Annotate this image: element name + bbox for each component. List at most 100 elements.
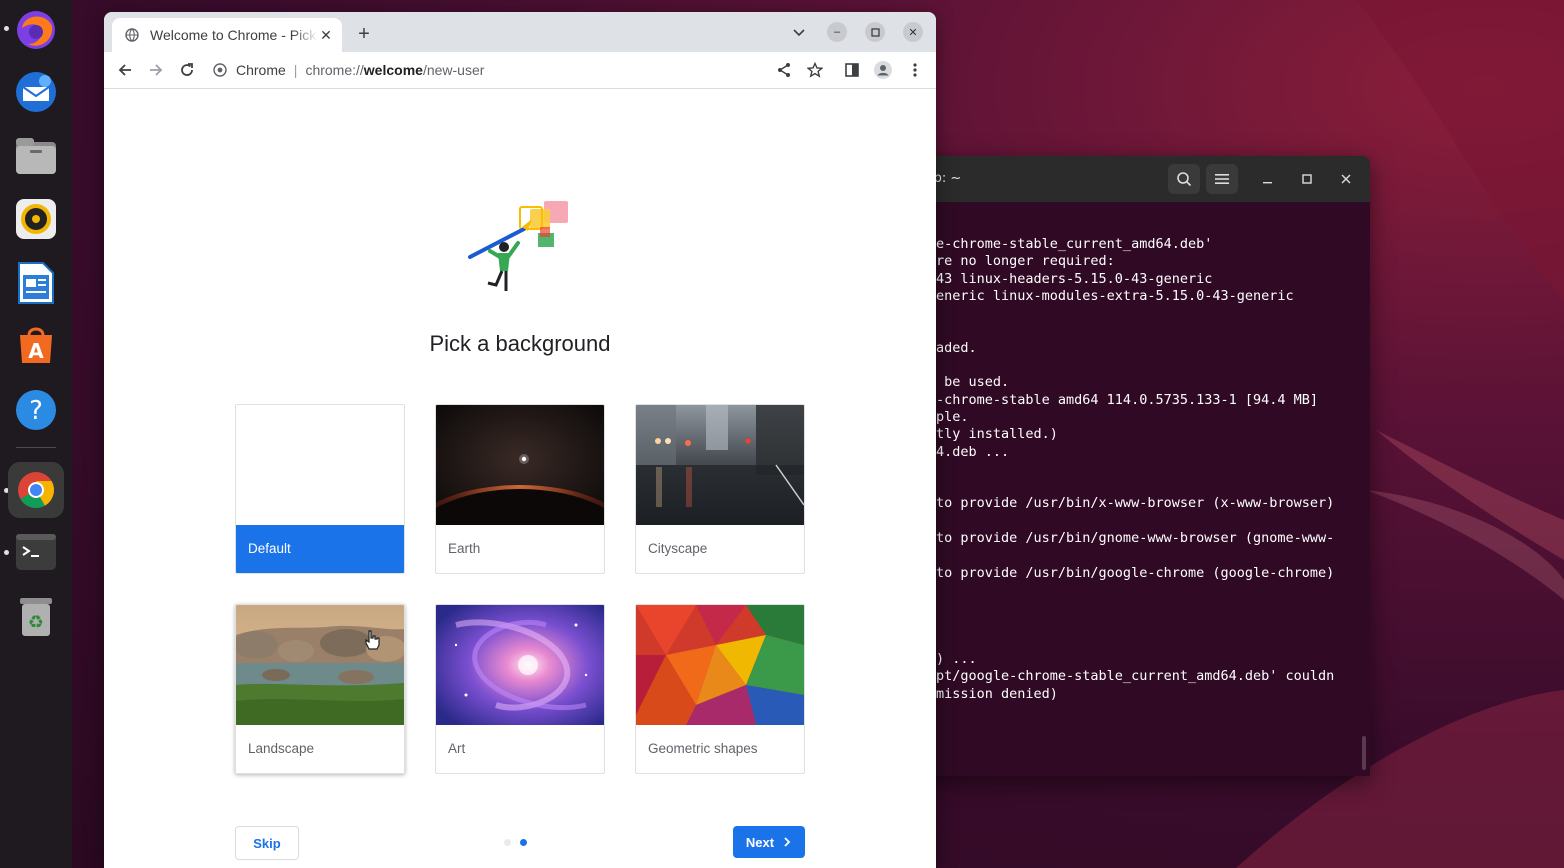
background-card-default[interactable]: Default — [235, 404, 405, 574]
welcome-page: Pick a background Default Earth Cityscap… — [104, 89, 936, 868]
terminal-line: mission denied) — [936, 685, 1058, 702]
maximize-icon[interactable] — [865, 22, 885, 42]
default-thumbnail — [236, 405, 404, 525]
close-tab-icon[interactable]: ✕ — [318, 27, 334, 43]
cityscape-thumbnail — [636, 405, 804, 525]
terminal-window[interactable]: lp: ~ e-chrome-stable_current_amd64.deb'… — [900, 156, 1370, 776]
background-card-earth[interactable]: Earth — [435, 404, 605, 574]
share-icon[interactable] — [774, 60, 794, 80]
terminal-scrollbar[interactable] — [1362, 736, 1366, 770]
painter-illustration — [468, 201, 568, 291]
close-icon[interactable] — [1330, 164, 1362, 194]
chevron-right-icon — [784, 837, 791, 847]
profile-avatar-icon[interactable] — [873, 60, 893, 80]
chrome-logo-icon — [212, 62, 228, 78]
terminal-line: eneric linux-modules-extra-5.15.0-43-gen… — [936, 287, 1294, 304]
hamburger-menu-icon[interactable] — [1206, 164, 1238, 194]
minimize-icon[interactable]: – — [827, 22, 847, 42]
reload-icon[interactable] — [177, 60, 197, 80]
terminal-line: to provide /usr/bin/gnome-www-browser (g… — [936, 530, 1335, 547]
card-label: Earth — [448, 541, 481, 556]
terminal-line: re no longer required: — [936, 253, 1115, 270]
omnibox-separator: | — [293, 62, 298, 78]
close-icon[interactable]: ✕ — [903, 22, 923, 42]
new-tab-button[interactable]: + — [354, 23, 374, 45]
tab-title: Welcome to Chrome - Pick a background — [150, 27, 318, 43]
step-indicator-2 — [520, 839, 527, 846]
back-icon[interactable] — [115, 60, 135, 80]
card-label: Cityscape — [648, 541, 708, 556]
terminal-line: aded. — [936, 339, 977, 356]
url-scheme: chrome:// — [305, 62, 364, 78]
terminal-line: ) ... — [936, 651, 977, 668]
chrome-window: Welcome to Chrome - Pick a background ✕ … — [104, 12, 936, 868]
trash-icon[interactable]: ♻ — [8, 588, 64, 644]
terminal-line: to provide /usr/bin/x-www-browser (x-www… — [936, 495, 1335, 512]
background-card-geometric-shapes[interactable]: Geometric shapes — [635, 604, 805, 774]
terminal-line: 43 linux-headers-5.15.0-43-generic — [936, 270, 1213, 287]
next-button-label: Next — [745, 834, 775, 850]
rhythmbox-icon[interactable] — [8, 191, 64, 247]
card-label: Landscape — [248, 741, 315, 756]
skip-button[interactable]: Skip — [235, 826, 299, 860]
ubuntu-dock: A ? ♻ — [0, 0, 72, 868]
card-label: Default — [236, 525, 404, 573]
side-panel-icon[interactable] — [842, 60, 862, 80]
background-card-art[interactable]: Art — [435, 604, 605, 774]
url-path: /new-user — [422, 62, 485, 78]
terminal-line: ple. — [936, 408, 969, 425]
terminal-line: be used. — [936, 374, 1010, 391]
terminal-line: pt/google-chrome-stable_current_amd64.de… — [936, 668, 1335, 685]
tab-strip: Welcome to Chrome - Pick a background ✕ … — [104, 12, 936, 52]
thunderbird-icon[interactable] — [8, 64, 64, 120]
background-card-cityscape[interactable]: Cityscape — [635, 404, 805, 574]
firefox-icon[interactable] — [8, 2, 64, 58]
files-icon[interactable] — [8, 128, 64, 184]
bookmark-star-icon[interactable] — [805, 60, 825, 80]
help-icon[interactable]: ? — [8, 382, 64, 438]
terminal-line: tly installed.) — [936, 426, 1058, 443]
svg-text:♻: ♻ — [28, 612, 44, 633]
terminal-line: -chrome-stable amd64 114.0.5735.133-1 [9… — [936, 391, 1319, 408]
svg-text:?: ? — [29, 396, 43, 426]
terminal-output[interactable]: e-chrome-stable_current_amd64.deb' re no … — [936, 236, 1366, 703]
maximize-icon[interactable] — [1291, 164, 1323, 194]
terminal-titlebar[interactable]: lp: ~ — [900, 156, 1370, 202]
chevron-down-icon[interactable] — [790, 24, 808, 42]
kebab-menu-icon[interactable] — [905, 60, 925, 80]
tab-welcome[interactable]: Welcome to Chrome - Pick a background ✕ — [112, 18, 342, 52]
browser-toolbar: Chrome | chrome://welcome/new-user — [104, 52, 936, 89]
chrome-icon[interactable] — [8, 462, 64, 518]
search-icon[interactable] — [1168, 164, 1200, 194]
hand-cursor-icon — [365, 630, 380, 650]
page-title: Pick a background — [429, 331, 611, 356]
dock-separator — [16, 447, 56, 448]
svg-text:A: A — [28, 339, 44, 363]
forward-icon[interactable] — [146, 60, 166, 80]
url-host: welcome — [363, 62, 423, 78]
omnibox-chip-label: Chrome — [236, 62, 286, 78]
landscape-thumbnail — [236, 605, 404, 725]
next-button[interactable]: Next — [733, 826, 805, 858]
minimize-icon[interactable] — [1252, 164, 1284, 194]
terminal-icon[interactable] — [8, 524, 64, 580]
geometric-shapes-thumbnail — [636, 605, 804, 725]
app-center-icon[interactable]: A — [8, 317, 64, 373]
earth-thumbnail — [436, 405, 604, 525]
card-label: Art — [448, 741, 466, 756]
terminal-line: e-chrome-stable_current_amd64.deb' — [936, 236, 1213, 252]
libreoffice-writer-icon[interactable] — [8, 255, 64, 311]
art-thumbnail — [436, 605, 604, 725]
address-bar[interactable]: Chrome | chrome://welcome/new-user — [212, 58, 772, 82]
